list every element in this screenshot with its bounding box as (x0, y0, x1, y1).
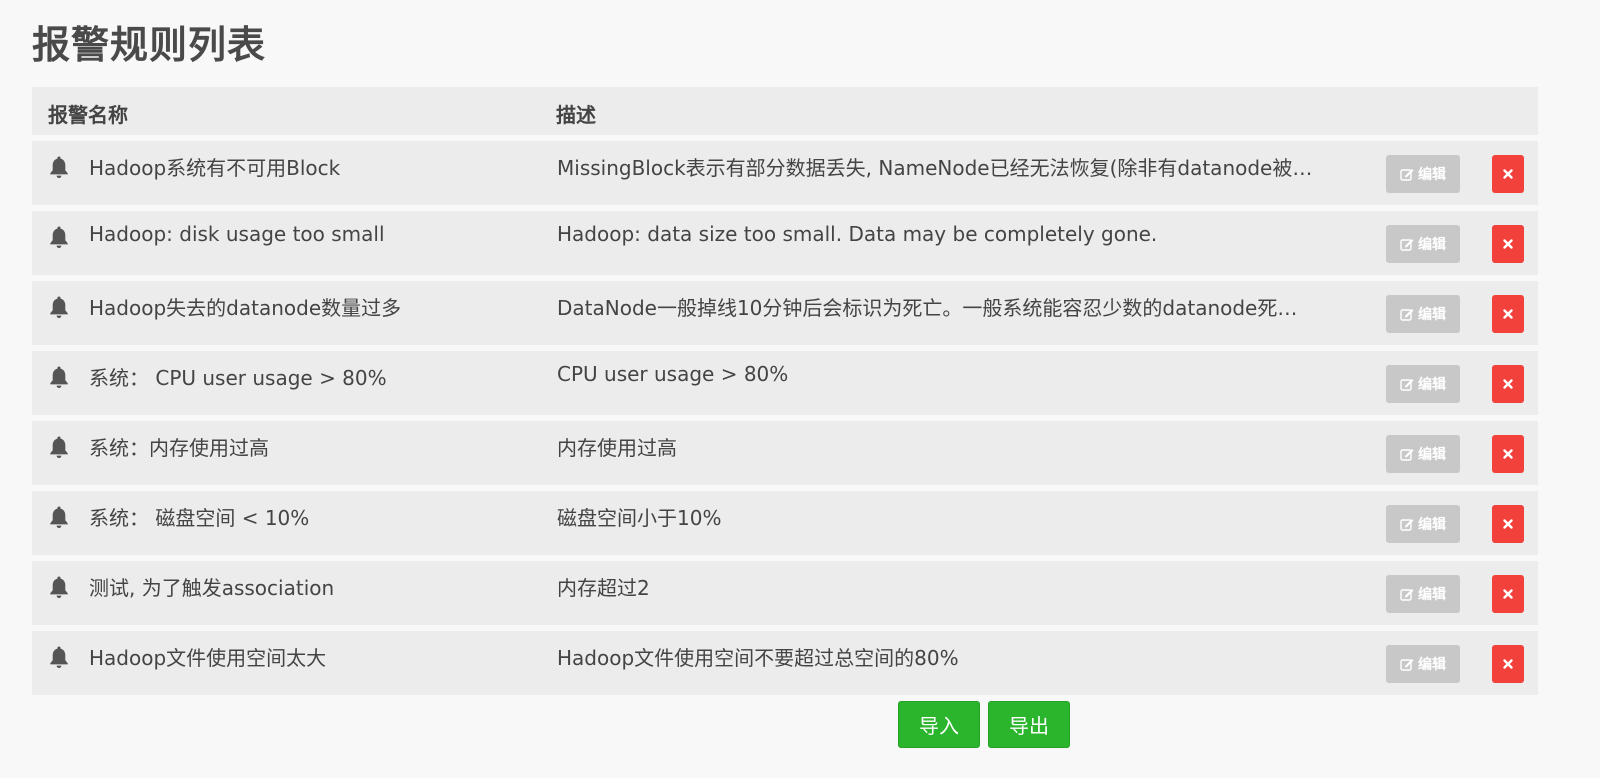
edit-button[interactable]: 编辑 (1386, 295, 1460, 333)
table-row: 测试, 为了触发association 内存超过2 编辑 (32, 561, 1538, 625)
edit-button[interactable]: 编辑 (1386, 435, 1460, 473)
edit-button-label: 编辑 (1418, 167, 1446, 183)
edit-button-label: 编辑 (1418, 517, 1446, 533)
delete-button[interactable] (1492, 575, 1524, 613)
edit-button-label: 编辑 (1418, 307, 1446, 323)
delete-button[interactable] (1492, 155, 1524, 193)
alert-name: 系统：内存使用过高 (89, 436, 269, 460)
alert-description: CPU user usage > 80% (557, 362, 789, 386)
table-row: Hadoop文件使用空间太大 Hadoop文件使用空间不要超过总空间的80% 编… (32, 631, 1538, 695)
delete-button[interactable] (1492, 435, 1524, 473)
bell-icon (50, 436, 68, 458)
close-icon (1503, 589, 1513, 599)
bell-icon (50, 226, 68, 248)
edit-button-label: 编辑 (1418, 587, 1446, 603)
pencil-square-icon (1400, 659, 1414, 671)
alert-name: Hadoop失去的datanode数量过多 (89, 296, 402, 320)
edit-button[interactable]: 编辑 (1386, 155, 1460, 193)
bell-icon (50, 576, 68, 598)
table-row: 系统： 磁盘空间 < 10% 磁盘空间小于10% 编辑 (32, 491, 1538, 555)
edit-button[interactable]: 编辑 (1386, 225, 1460, 263)
pencil-square-icon (1400, 169, 1414, 181)
edit-button-label: 编辑 (1418, 657, 1446, 673)
close-icon (1503, 169, 1513, 179)
delete-button[interactable] (1492, 225, 1524, 263)
edit-button-label: 编辑 (1418, 237, 1446, 253)
close-icon (1503, 449, 1513, 459)
import-button[interactable]: 导入 (898, 701, 980, 748)
alert-name: Hadoop系统有不可用Block (89, 156, 341, 180)
edit-button[interactable]: 编辑 (1386, 365, 1460, 403)
alert-description: 内存超过2 (557, 576, 650, 600)
table-row: 系统： CPU user usage > 80% CPU user usage … (32, 351, 1538, 415)
alert-name: Hadoop文件使用空间太大 (89, 646, 327, 670)
alert-description: Hadoop文件使用空间不要超过总空间的80% (557, 646, 959, 670)
alert-description: 磁盘空间小于10% (557, 506, 722, 530)
bell-icon (50, 296, 68, 318)
alert-name: 系统： 磁盘空间 < 10% (89, 506, 310, 530)
pencil-square-icon (1400, 309, 1414, 321)
pencil-square-icon (1400, 589, 1414, 601)
pencil-square-icon (1400, 239, 1414, 251)
pencil-square-icon (1400, 379, 1414, 391)
edit-button-label: 编辑 (1418, 377, 1446, 393)
table-row: Hadoop失去的datanode数量过多 DataNode一般掉线10分钟后会… (32, 281, 1538, 345)
close-icon (1503, 379, 1513, 389)
edit-button[interactable]: 编辑 (1386, 575, 1460, 613)
delete-button[interactable] (1492, 295, 1524, 333)
alert-rules-page: 报警规则列表 报警名称 描述 Hadoop系统有不可用Block Missing… (0, 0, 1600, 778)
page-title: 报警规则列表 (32, 23, 267, 67)
delete-button[interactable] (1492, 645, 1524, 683)
alert-description: MissingBlock表示有部分数据丢失, NameNode已经无法恢复(除非… (557, 156, 1313, 180)
bell-icon (50, 156, 68, 178)
table-row: Hadoop: disk usage too small Hadoop: dat… (32, 211, 1538, 275)
pencil-square-icon (1400, 449, 1414, 461)
delete-button[interactable] (1492, 365, 1524, 403)
edit-button[interactable]: 编辑 (1386, 645, 1460, 683)
export-button[interactable]: 导出 (988, 701, 1070, 748)
close-icon (1503, 309, 1513, 319)
alert-name: 测试, 为了触发association (89, 576, 335, 600)
table-row: 系统：内存使用过高 内存使用过高 编辑 (32, 421, 1538, 485)
column-header-name: 报警名称 (48, 103, 128, 127)
alert-name: 系统： CPU user usage > 80% (89, 366, 387, 390)
close-icon (1503, 659, 1513, 669)
alert-rules-table-body: Hadoop系统有不可用Block MissingBlock表示有部分数据丢失,… (32, 141, 1538, 701)
column-header-description: 描述 (556, 103, 596, 127)
table-row: Hadoop系统有不可用Block MissingBlock表示有部分数据丢失,… (32, 141, 1538, 205)
edit-button[interactable]: 编辑 (1386, 505, 1460, 543)
table-header: 报警名称 描述 (32, 87, 1538, 135)
bell-icon (50, 506, 68, 528)
close-icon (1503, 239, 1513, 249)
alert-name: Hadoop: disk usage too small (89, 222, 385, 246)
bell-icon (50, 366, 68, 388)
delete-button[interactable] (1492, 505, 1524, 543)
alert-description: Hadoop: data size too small. Data may be… (557, 222, 1158, 246)
bell-icon (50, 646, 68, 668)
alert-description: 内存使用过高 (557, 436, 677, 460)
pencil-square-icon (1400, 519, 1414, 531)
close-icon (1503, 519, 1513, 529)
alert-description: DataNode一般掉线10分钟后会标识为死亡。一般系统能容忍少数的datano… (557, 296, 1298, 320)
edit-button-label: 编辑 (1418, 447, 1446, 463)
